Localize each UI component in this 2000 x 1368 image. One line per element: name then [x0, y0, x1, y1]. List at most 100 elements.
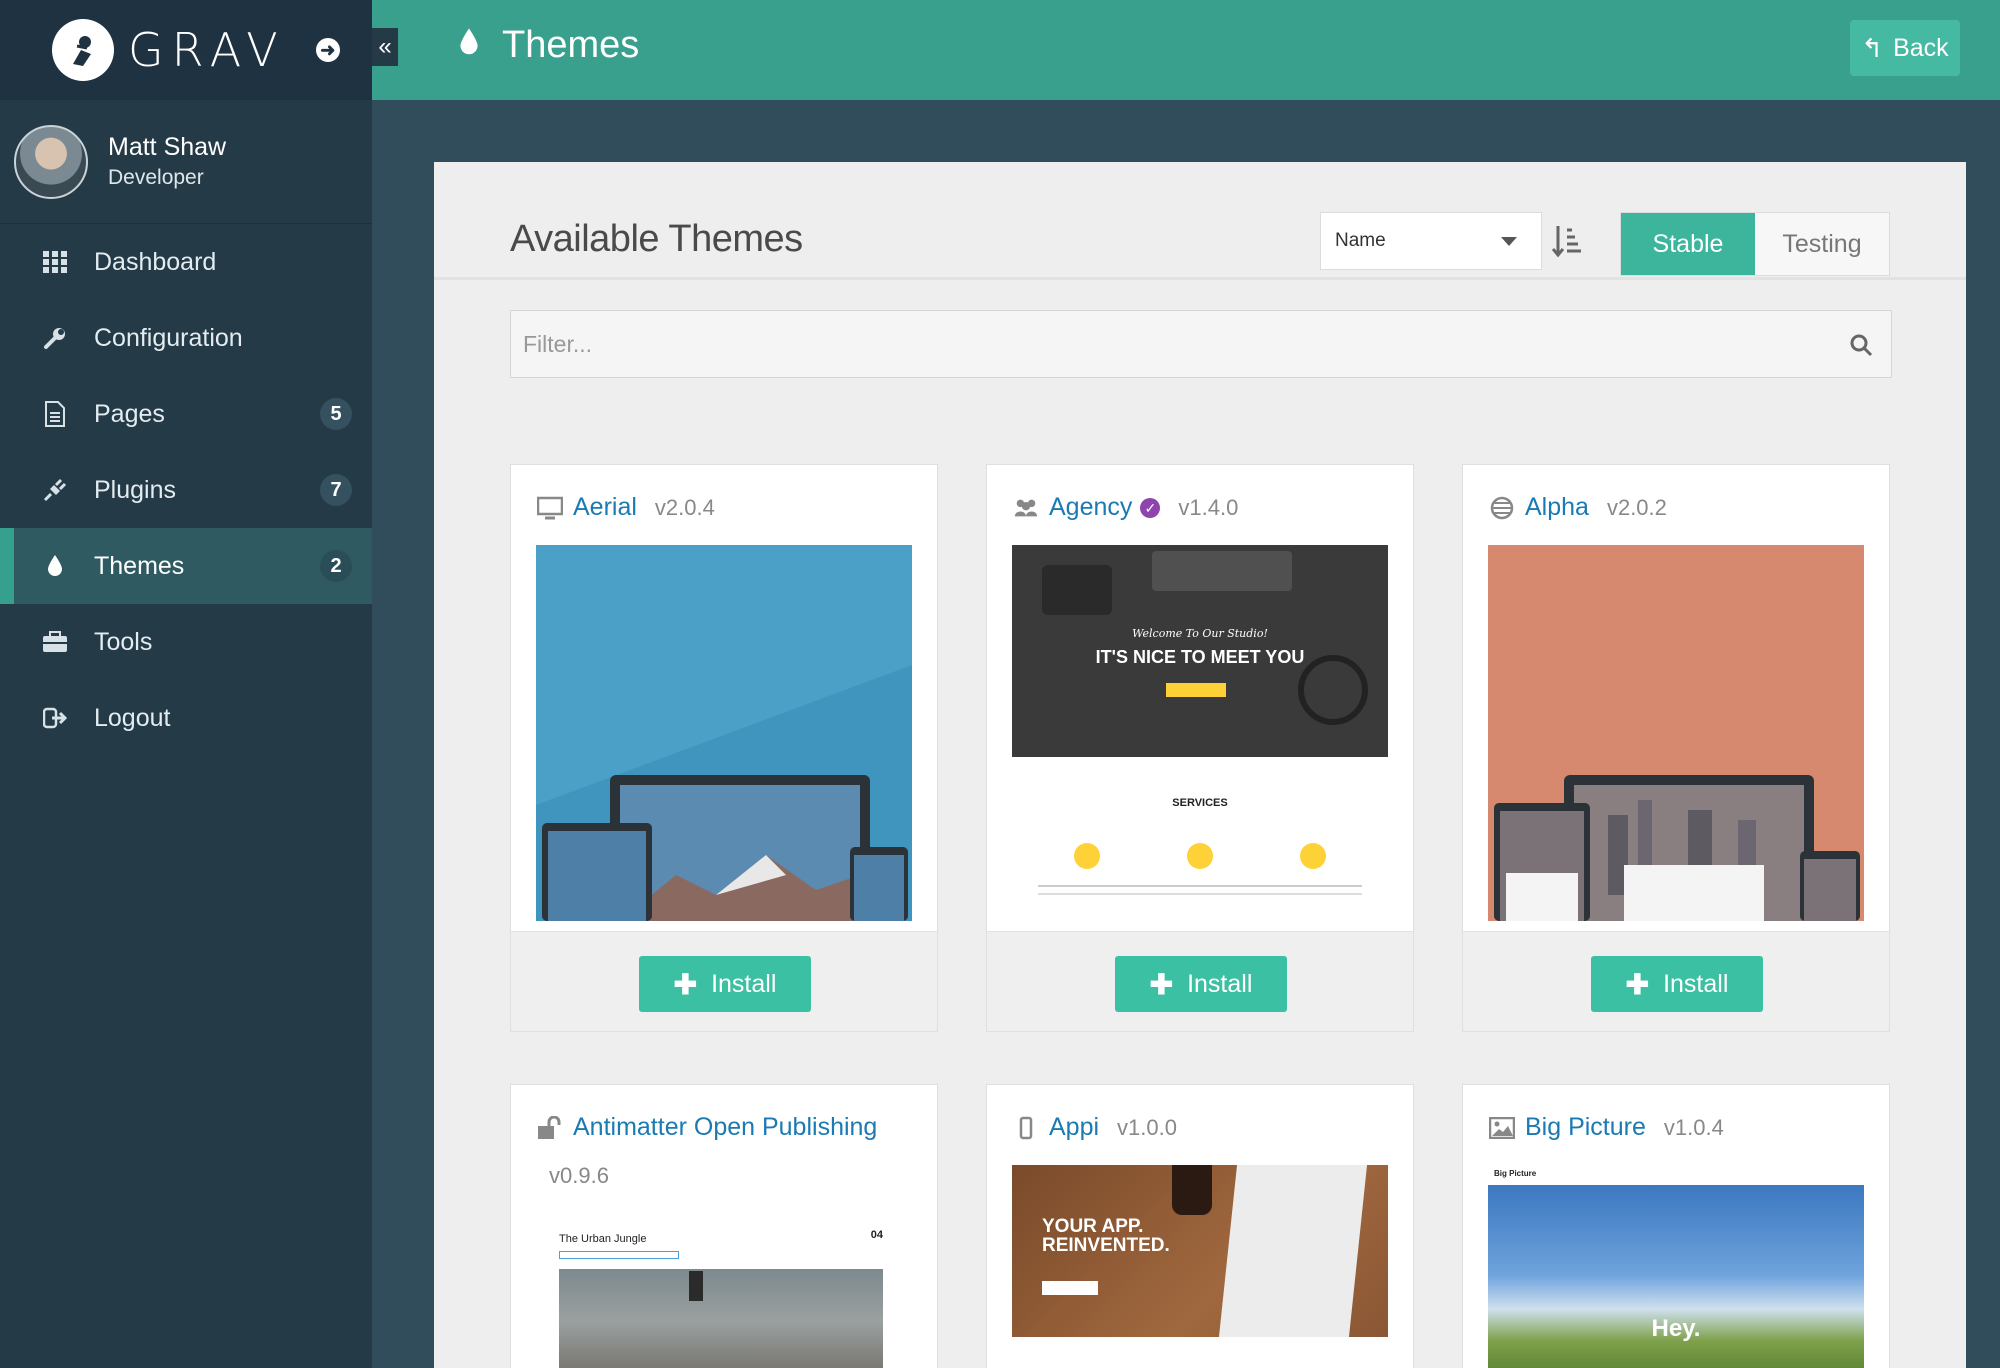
sidebar-item-dashboard[interactable]: Dashboard	[0, 224, 372, 300]
theme-version: v0.9.6	[549, 1163, 609, 1188]
theme-card-title: Big Picture v1.0.4	[1489, 1113, 1724, 1142]
pages-count-badge: 5	[320, 398, 352, 430]
install-button[interactable]: ✚ Install	[639, 956, 811, 1012]
topbar: « Themes ↰ Back	[372, 0, 2000, 100]
testing-toggle-button[interactable]: Testing	[1755, 213, 1889, 275]
sidebar-item-label: Dashboard	[94, 247, 217, 276]
plus-icon: ✚	[1149, 968, 1174, 1000]
theme-card-title: Alpha v2.0.2	[1489, 493, 1667, 522]
grav-logo-icon[interactable]	[52, 19, 114, 81]
theme-name-link[interactable]: Agency	[1049, 493, 1132, 522]
sidebar-item-tools[interactable]: Tools	[0, 604, 372, 680]
theme-version: v2.0.2	[1606, 494, 1667, 520]
theme-card-appi: Appi v1.0.0 YOUR APP. REINVENTED.	[986, 1084, 1414, 1368]
drop-icon	[40, 551, 70, 581]
unlock-icon	[537, 1115, 563, 1140]
install-button[interactable]: ✚ Install	[1115, 956, 1287, 1012]
preview-headline: YOUR APP. REINVENTED.	[1042, 1216, 1170, 1256]
theme-preview-image[interactable]: The Urban Jungle 04	[559, 1209, 883, 1368]
theme-card-footer: ✚ Install	[1463, 931, 1889, 1031]
preview-headline: IT'S NICE TO MEET YOU	[1095, 647, 1305, 667]
theme-name-link[interactable]: Appi	[1049, 1113, 1099, 1142]
sidebar-item-logout[interactable]: Logout	[0, 680, 372, 756]
sort-select-value: Name	[1335, 230, 1386, 251]
users-icon	[1013, 496, 1039, 520]
arrow-right-circle-icon[interactable]: ➜	[315, 38, 340, 62]
reply-arrow-icon: ↰	[1861, 32, 1884, 63]
user-name: Matt Shaw	[108, 133, 227, 161]
briefcase-icon	[40, 627, 70, 657]
sidebar-item-label: Themes	[94, 551, 185, 580]
sidebar-item-label: Tools	[94, 627, 153, 656]
install-button-label: Install	[1187, 969, 1253, 998]
sidebar-item-themes[interactable]: Themes 2	[0, 528, 372, 604]
plugins-count-badge: 7	[320, 474, 352, 506]
page-title: Themes	[458, 24, 639, 67]
back-button-label: Back	[1893, 33, 1949, 62]
theme-preview-image[interactable]	[1488, 545, 1864, 921]
sort-direction-icon[interactable]	[1551, 224, 1582, 258]
filter-input[interactable]: Filter...	[510, 310, 1892, 378]
plus-icon: ✚	[1625, 968, 1650, 1000]
install-button-label: Install	[711, 969, 777, 998]
theme-card-footer: ✚ Install	[511, 931, 937, 1031]
theme-preview-image[interactable]: Welcome To Our Studio! IT'S NICE TO MEET…	[1012, 545, 1388, 921]
avatar[interactable]	[14, 124, 88, 199]
install-button-label: Install	[1663, 969, 1729, 998]
sidebar-item-label: Logout	[94, 703, 171, 732]
preview-hero-text: Hey.	[1651, 1315, 1701, 1342]
theme-card-big-picture: Big Picture v1.0.4 Big Picture Hey.	[1462, 1084, 1890, 1368]
theme-version: v1.0.0	[1117, 1114, 1177, 1140]
theme-card-aerial: Aerial v2.0.4 ✚ Install	[510, 464, 938, 1032]
sort-select[interactable]: Name	[1320, 212, 1542, 270]
logout-icon	[40, 703, 70, 733]
theme-card-alpha: Alpha v2.0.2 ✚ Install	[1462, 464, 1890, 1032]
theme-name-link[interactable]: Antimatter Open Publishing	[573, 1113, 877, 1142]
back-button[interactable]: ↰ Back	[1850, 20, 1960, 76]
theme-card-title: Agency ✓ v1.4.0	[1013, 493, 1238, 522]
chevron-down-icon	[1501, 237, 1517, 246]
user-profile[interactable]: Matt Shaw Developer	[0, 100, 372, 224]
preview-post-title: The Urban Jungle	[559, 1233, 647, 1245]
preview-brand: Big Picture	[1494, 1169, 1537, 1178]
theme-version: v1.0.4	[1663, 1114, 1724, 1140]
stable-toggle-button[interactable]: Stable	[1621, 213, 1755, 275]
theme-name-link[interactable]: Big Picture	[1525, 1113, 1646, 1142]
theme-name-link[interactable]: Alpha	[1525, 493, 1589, 522]
theme-version: v2.0.4	[654, 494, 715, 520]
preview-services-heading: SERVICES	[1172, 797, 1228, 809]
mobile-icon	[1013, 1116, 1039, 1140]
monitor-icon	[537, 496, 563, 520]
theme-card-title: Aerial v2.0.4	[537, 493, 715, 522]
sidebar-item-label: Plugins	[94, 475, 176, 504]
filter-placeholder: Filter...	[523, 330, 593, 357]
theme-card-agency: Agency ✓ v1.4.0 Welcome To Our Studio! I…	[986, 464, 1414, 1032]
release-toggle: Stable Testing	[1620, 212, 1890, 276]
theme-name-link[interactable]: Aerial	[573, 493, 637, 522]
theme-card-antimatter: Antimatter Open Publishing v0.9.6 The Ur…	[510, 1084, 938, 1368]
page-icon	[40, 399, 70, 429]
theme-preview-image[interactable]	[536, 545, 912, 921]
collapse-sidebar-icon[interactable]: «	[372, 28, 398, 66]
preview-welcome-text: Welcome To Our Studio!	[1132, 627, 1268, 640]
theme-preview-image[interactable]: Big Picture Hey.	[1488, 1165, 1864, 1368]
plug-icon	[40, 475, 70, 505]
sidebar-item-label: Pages	[94, 399, 165, 428]
plus-icon: ✚	[673, 968, 698, 1000]
sidebar-item-label: Configuration	[94, 323, 243, 352]
theme-preview-image[interactable]: YOUR APP. REINVENTED.	[1012, 1165, 1388, 1337]
panel-title: Available Themes	[510, 218, 803, 260]
page-title-text: Themes	[502, 24, 640, 66]
theme-version: v1.4.0	[1178, 494, 1239, 520]
sidebar-item-pages[interactable]: Pages 5	[0, 376, 372, 452]
sidebar-item-plugins[interactable]: Plugins 7	[0, 452, 372, 528]
search-icon[interactable]	[1849, 333, 1873, 363]
image-icon	[1489, 1116, 1515, 1140]
themes-panel: Available Themes Name Stable Testing Fil…	[434, 162, 1966, 1368]
themes-count-badge: 2	[320, 550, 352, 582]
panel-header: Available Themes Name Stable Testing	[434, 162, 1966, 280]
install-button[interactable]: ✚ Install	[1591, 956, 1763, 1012]
sidebar-item-configuration[interactable]: Configuration	[0, 300, 372, 376]
theme-card-title: Appi v1.0.0	[1013, 1113, 1177, 1142]
logo-bar: GRAV ➜	[0, 0, 372, 100]
